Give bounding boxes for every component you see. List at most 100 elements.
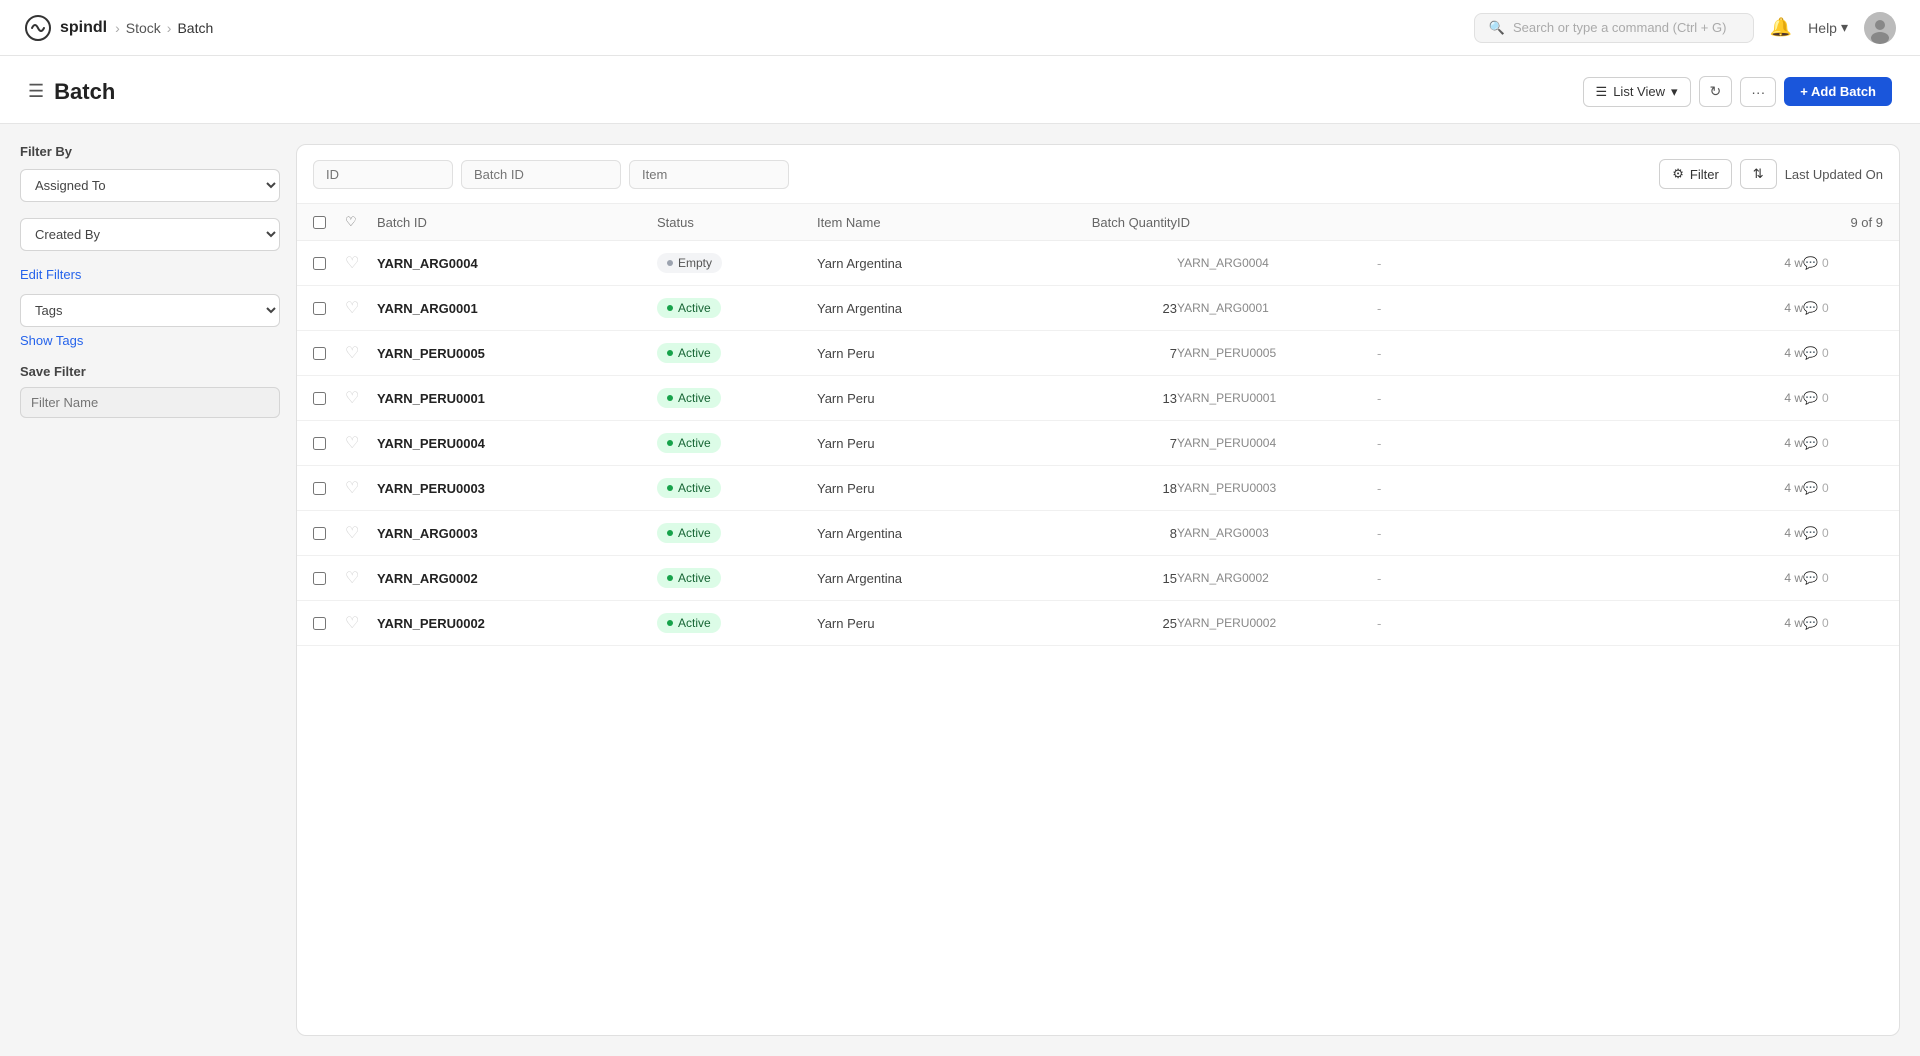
more-options-button[interactable]: ··· (1740, 77, 1776, 107)
comment-cell[interactable]: 💬 0 (1803, 301, 1883, 315)
header-checkbox[interactable] (313, 216, 345, 229)
batch-qty-cell: 23 (1037, 301, 1177, 316)
id-cell: YARN_PERU0002 (1177, 616, 1377, 630)
table-row[interactable]: ♡ YARN_PERU0005 Active Yarn Peru 7 YARN_… (297, 331, 1899, 376)
row-checkbox[interactable] (313, 257, 345, 270)
comment-cell[interactable]: 💬 0 (1803, 346, 1883, 360)
comment-cell[interactable]: 💬 0 (1803, 436, 1883, 450)
search-item-input[interactable] (629, 160, 789, 189)
notification-icon[interactable]: 🔔 (1770, 17, 1792, 38)
time-cell: 4 w (1723, 481, 1803, 495)
row-checkbox[interactable] (313, 347, 345, 360)
edit-filters-link[interactable]: Edit Filters (20, 267, 280, 282)
favorite-icon[interactable]: ♡ (345, 298, 377, 318)
id-cell: YARN_ARG0002 (1177, 571, 1377, 585)
favorite-icon[interactable]: ♡ (345, 343, 377, 363)
breadcrumb: › Stock › Batch (115, 20, 213, 36)
time-cell: 4 w (1723, 436, 1803, 450)
status-badge: Active (657, 478, 817, 498)
show-tags-link[interactable]: Show Tags (20, 333, 280, 348)
comment-cell[interactable]: 💬 0 (1803, 256, 1883, 270)
add-batch-button[interactable]: + Add Batch (1784, 77, 1892, 106)
time-cell: 4 w (1723, 256, 1803, 270)
item-name-cell: Yarn Argentina (817, 526, 1037, 541)
batch-id-cell: YARN_PERU0003 (377, 481, 657, 496)
comment-cell[interactable]: 💬 0 (1803, 391, 1883, 405)
table-row[interactable]: ♡ YARN_PERU0001 Active Yarn Peru 13 YARN… (297, 376, 1899, 421)
time-cell: 4 w (1723, 301, 1803, 315)
comment-icon: 💬 (1803, 256, 1818, 270)
id-cell: YARN_PERU0005 (1177, 346, 1377, 360)
table-row[interactable]: ♡ YARN_ARG0002 Active Yarn Argentina 15 … (297, 556, 1899, 601)
time-cell: 4 w (1723, 571, 1803, 585)
row-checkbox[interactable] (313, 437, 345, 450)
filter-icon: ⚙ (1672, 166, 1684, 182)
body-layout: Filter By Assigned To Created By Edit Fi… (0, 124, 1920, 1056)
row-checkbox[interactable] (313, 617, 345, 630)
item-name-cell: Yarn Argentina (817, 256, 1037, 271)
table-row[interactable]: ♡ YARN_PERU0002 Active Yarn Peru 25 YARN… (297, 601, 1899, 646)
favorite-icon[interactable]: ♡ (345, 433, 377, 453)
table-row[interactable]: ♡ YARN_ARG0003 Active Yarn Argentina 8 Y… (297, 511, 1899, 556)
status-badge: Active (657, 388, 817, 408)
table-row[interactable]: ♡ YARN_ARG0004 Empty Yarn Argentina YARN… (297, 241, 1899, 286)
status-badge: Active (657, 523, 817, 543)
assigned-to-select[interactable]: Assigned To (20, 169, 280, 202)
menu-icon[interactable]: ☰ (28, 81, 44, 102)
global-search[interactable]: 🔍 Search or type a command (Ctrl + G) (1474, 13, 1754, 43)
favorite-icon[interactable]: ♡ (345, 388, 377, 408)
main-content: ⚙ Filter ⇅ Last Updated On ♡ Batch ID St… (296, 144, 1900, 1036)
item-name-cell: Yarn Peru (817, 436, 1037, 451)
sort-button[interactable]: ⇅ (1740, 159, 1777, 189)
list-view-button[interactable]: ☰ List View ▾ (1583, 77, 1691, 107)
created-by-select[interactable]: Created By (20, 218, 280, 251)
comment-cell[interactable]: 💬 0 (1803, 571, 1883, 585)
batch-qty-cell: 7 (1037, 436, 1177, 451)
row-checkbox[interactable] (313, 572, 345, 585)
table-row[interactable]: ♡ YARN_ARG0001 Active Yarn Argentina 23 … (297, 286, 1899, 331)
last-updated-label: Last Updated On (1785, 167, 1883, 182)
favorite-icon[interactable]: ♡ (345, 568, 377, 588)
search-batch-id-input[interactable] (461, 160, 621, 189)
row-checkbox[interactable] (313, 482, 345, 495)
batch-qty-cell: 25 (1037, 616, 1177, 631)
page-title: Batch (54, 79, 115, 105)
favorite-icon[interactable]: ♡ (345, 523, 377, 543)
favorite-icon[interactable]: ♡ (345, 613, 377, 633)
search-placeholder: Search or type a command (Ctrl + G) (1513, 20, 1727, 35)
table-row[interactable]: ♡ YARN_PERU0004 Active Yarn Peru 7 YARN_… (297, 421, 1899, 466)
table-row[interactable]: ♡ YARN_PERU0003 Active Yarn Peru 18 YARN… (297, 466, 1899, 511)
refresh-button[interactable]: ↻ (1699, 76, 1733, 107)
breadcrumb-stock[interactable]: Stock (126, 20, 161, 36)
page-header: ☰ Batch ☰ List View ▾ ↻ ··· + Add Batch (0, 56, 1920, 124)
comment-cell[interactable]: 💬 0 (1803, 526, 1883, 540)
table-header: ♡ Batch ID Status Item Name Batch Quanti… (297, 204, 1899, 241)
status-badge: Active (657, 298, 817, 318)
item-name-cell: Yarn Peru (817, 481, 1037, 496)
id-cell: YARN_ARG0001 (1177, 301, 1377, 315)
search-id-input[interactable] (313, 160, 453, 189)
chevron-down-icon: ▾ (1671, 84, 1678, 100)
tags-select[interactable]: Tags (20, 294, 280, 327)
batch-qty-cell: 13 (1037, 391, 1177, 406)
comment-cell[interactable]: 💬 0 (1803, 481, 1883, 495)
time-cell: 4 w (1723, 526, 1803, 540)
dash-cell: - (1377, 526, 1723, 541)
filter-button[interactable]: ⚙ Filter (1659, 159, 1732, 189)
row-checkbox[interactable] (313, 392, 345, 405)
tags-section: Tags Show Tags (20, 294, 280, 348)
row-checkbox[interactable] (313, 527, 345, 540)
batch-qty-cell: 8 (1037, 526, 1177, 541)
comment-cell[interactable]: 💬 0 (1803, 616, 1883, 630)
avatar[interactable] (1864, 12, 1896, 44)
sort-icon: ⇅ (1753, 166, 1764, 182)
favorite-icon[interactable]: ♡ (345, 253, 377, 273)
favorite-icon[interactable]: ♡ (345, 478, 377, 498)
id-cell: YARN_PERU0004 (1177, 436, 1377, 450)
search-icon: 🔍 (1489, 20, 1505, 36)
filter-name-input[interactable] (20, 387, 280, 418)
comment-icon: 💬 (1803, 616, 1818, 630)
batch-id-cell: YARN_ARG0001 (377, 301, 657, 316)
help-button[interactable]: Help ▾ (1808, 19, 1848, 36)
row-checkbox[interactable] (313, 302, 345, 315)
